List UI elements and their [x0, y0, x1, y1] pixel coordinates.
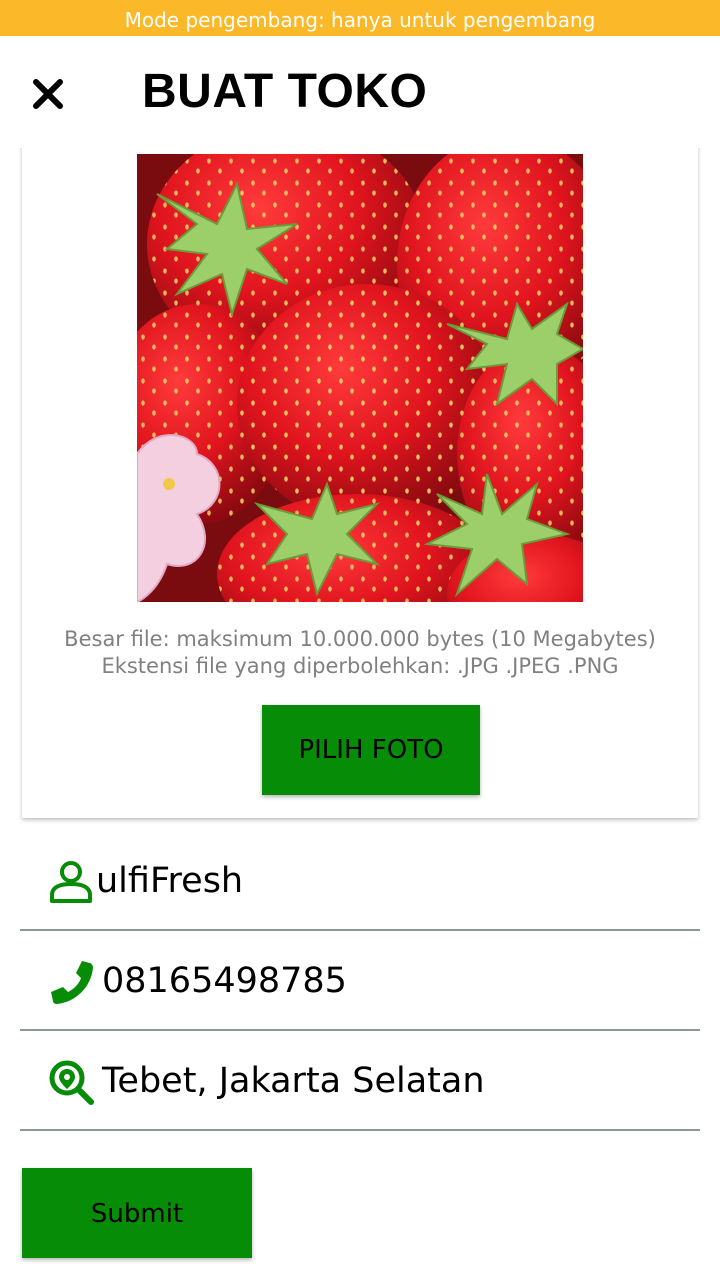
allowed-extensions-info: Ekstensi file yang diperbolehkan: .JPG .…: [101, 654, 619, 678]
store-photo: [137, 154, 583, 602]
page-title: BUAT TOKO: [142, 65, 428, 118]
file-requirements: Besar file: maksimum 10.000.000 bytes (1…: [22, 626, 698, 680]
phone-value: 08165498785: [102, 961, 347, 1001]
submit-button[interactable]: Submit: [22, 1168, 252, 1258]
phone-icon: [51, 961, 93, 1004]
close-icon: [33, 79, 63, 109]
app-bar: BUAT TOKO: [0, 36, 720, 148]
store-name-value: ulfiFresh: [96, 861, 244, 901]
phone-field[interactable]: 08165498785: [20, 931, 700, 1031]
photo-card: Besar file: maksimum 10.000.000 bytes (1…: [22, 100, 698, 818]
close-button[interactable]: [28, 74, 68, 114]
location-value: Tebet, Jakarta Selatan: [102, 1061, 485, 1101]
file-size-info: Besar file: maksimum 10.000.000 bytes (1…: [64, 627, 656, 651]
location-field[interactable]: Tebet, Jakarta Selatan: [20, 1031, 700, 1131]
location-search-icon: [49, 1060, 94, 1105]
pick-photo-button[interactable]: PILIH FOTO: [262, 705, 480, 795]
user-icon: [50, 861, 92, 903]
store-name-field[interactable]: ulfiFresh: [20, 831, 700, 931]
developer-mode-banner: Mode pengembang: hanya untuk pengembang: [0, 0, 720, 36]
